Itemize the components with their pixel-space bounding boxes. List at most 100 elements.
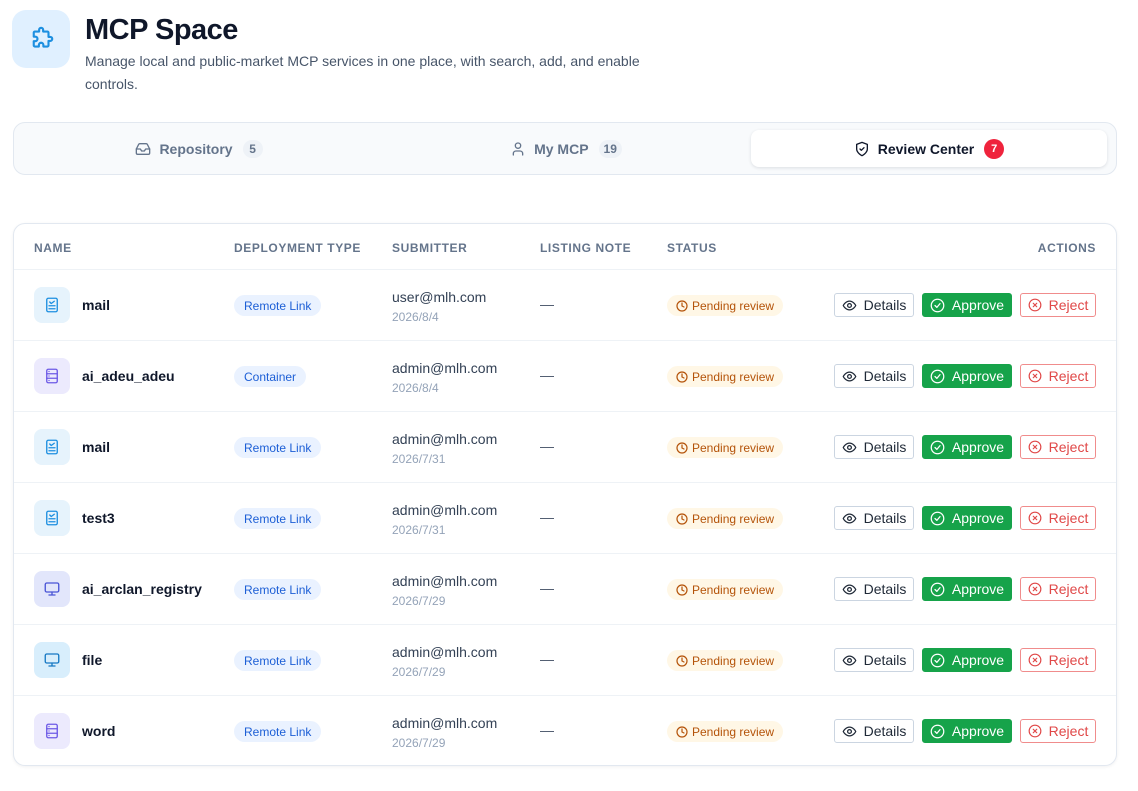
eye-icon <box>842 442 856 452</box>
tab-my-mcp-label: My MCP <box>534 140 589 157</box>
clock-icon <box>676 441 688 454</box>
row-name: ai_arclan_registry <box>82 581 202 597</box>
x-circle-icon <box>1028 511 1042 525</box>
details-button[interactable]: Details <box>834 648 914 672</box>
reject-label: Reject <box>1048 297 1089 313</box>
details-button[interactable]: Details <box>834 577 914 601</box>
column-header-name: Name <box>34 241 72 255</box>
reject-button[interactable]: Reject <box>1020 435 1096 459</box>
submitter-email: admin@mlh.com <box>392 644 498 660</box>
reject-button[interactable]: Reject <box>1020 577 1096 601</box>
column-header-status: Status <box>667 241 717 255</box>
details-button[interactable]: Details <box>834 719 914 743</box>
row-name: ai_adeu_adeu <box>82 368 175 384</box>
page-title: MCP Space <box>85 14 238 46</box>
approve-label: Approve <box>951 581 1005 597</box>
approve-button[interactable]: Approve <box>922 364 1012 388</box>
approve-label: Approve <box>951 297 1005 313</box>
column-header-listing-note: Listing Note <box>540 241 632 255</box>
x-circle-icon <box>1028 298 1042 312</box>
details-label: Details <box>863 723 907 739</box>
listing-note: — <box>540 296 554 312</box>
submitted-date: 2026/7/31 <box>392 523 446 537</box>
table-header: Name Deployment Type Submitter Listing N… <box>14 224 1116 270</box>
clock-icon <box>676 725 688 738</box>
eye-icon <box>842 300 856 310</box>
approve-button[interactable]: Approve <box>922 506 1012 530</box>
submitter-email: admin@mlh.com <box>392 715 498 731</box>
details-label: Details <box>863 652 907 668</box>
status-label: Pending review <box>692 724 775 739</box>
clock-icon <box>676 583 688 596</box>
tab-repository-count: 5 <box>242 139 263 158</box>
details-label: Details <box>863 368 907 384</box>
clock-icon <box>676 370 688 383</box>
reject-button[interactable]: Reject <box>1020 364 1096 388</box>
eye-icon <box>842 655 856 665</box>
listing-note: — <box>540 580 554 596</box>
approve-label: Approve <box>951 439 1005 455</box>
doc-icon <box>34 429 70 465</box>
submitted-date: 2026/7/29 <box>392 665 446 679</box>
check-circle-icon <box>930 440 945 454</box>
check-circle-icon <box>930 369 945 383</box>
submitted-date: 2026/7/31 <box>392 452 446 466</box>
listing-note: — <box>540 722 554 738</box>
reject-label: Reject <box>1048 581 1089 597</box>
details-button[interactable]: Details <box>834 435 914 459</box>
status-badge: Pending review <box>667 437 784 458</box>
x-circle-icon <box>1028 724 1042 738</box>
approve-label: Approve <box>951 723 1005 739</box>
reject-button[interactable]: Reject <box>1020 293 1096 317</box>
deployment-type-pill: Remote Link <box>234 650 322 671</box>
approve-label: Approve <box>951 510 1005 526</box>
submitted-date: 2026/8/4 <box>392 381 439 395</box>
row-name: word <box>82 723 116 739</box>
table-row: ai_arclan_registry Remote Link admin@mlh.c… <box>14 554 1116 625</box>
tab-repository-label: Repository <box>159 140 233 157</box>
clock-icon <box>676 654 688 667</box>
monitor-icon <box>34 642 70 678</box>
check-circle-icon <box>930 653 945 667</box>
details-button[interactable]: Details <box>834 506 914 530</box>
details-label: Details <box>863 439 907 455</box>
details-button[interactable]: Details <box>834 364 914 388</box>
reject-button[interactable]: Reject <box>1020 719 1096 743</box>
reject-label: Reject <box>1048 652 1089 668</box>
approve-button[interactable]: Approve <box>922 648 1012 672</box>
status-badge: Pending review <box>667 366 784 387</box>
tab-my-mcp-count: 19 <box>598 139 622 158</box>
listing-note: — <box>540 651 554 667</box>
reject-button[interactable]: Reject <box>1020 506 1096 530</box>
tab-review-center[interactable]: Review Center 7 <box>751 130 1107 167</box>
listing-note: — <box>540 367 554 383</box>
eye-icon <box>842 371 856 381</box>
approve-button[interactable]: Approve <box>922 719 1012 743</box>
approve-button[interactable]: Approve <box>922 577 1012 601</box>
tab-my-mcp[interactable]: My MCP 19 <box>388 130 744 167</box>
column-header-deployment-type: Deployment Type <box>234 241 362 255</box>
user-icon <box>512 141 524 156</box>
submitted-date: 2026/7/29 <box>392 594 446 608</box>
deployment-type-pill: Remote Link <box>234 437 322 458</box>
submitter-email: admin@mlh.com <box>392 431 498 447</box>
reject-button[interactable]: Reject <box>1020 648 1096 672</box>
row-name: test3 <box>82 510 115 526</box>
status-badge: Pending review <box>667 579 784 600</box>
details-label: Details <box>863 581 907 597</box>
table-row: file Remote Link admin@mlh.com 2026/7/29 — Pe… <box>14 625 1116 696</box>
approve-button[interactable]: Approve <box>922 435 1012 459</box>
status-label: Pending review <box>692 440 775 455</box>
details-label: Details <box>863 510 907 526</box>
check-circle-icon <box>930 298 945 312</box>
submitter-email: admin@mlh.com <box>392 502 498 518</box>
status-label: Pending review <box>692 582 775 597</box>
approve-button[interactable]: Approve <box>922 293 1012 317</box>
check-circle-icon <box>930 582 945 596</box>
tab-repository[interactable]: Repository 5 <box>21 130 377 167</box>
row-name: file <box>82 652 103 668</box>
shield-icon <box>855 141 868 156</box>
details-button[interactable]: Details <box>834 293 914 317</box>
listing-note: — <box>540 509 554 525</box>
details-label: Details <box>863 297 907 313</box>
